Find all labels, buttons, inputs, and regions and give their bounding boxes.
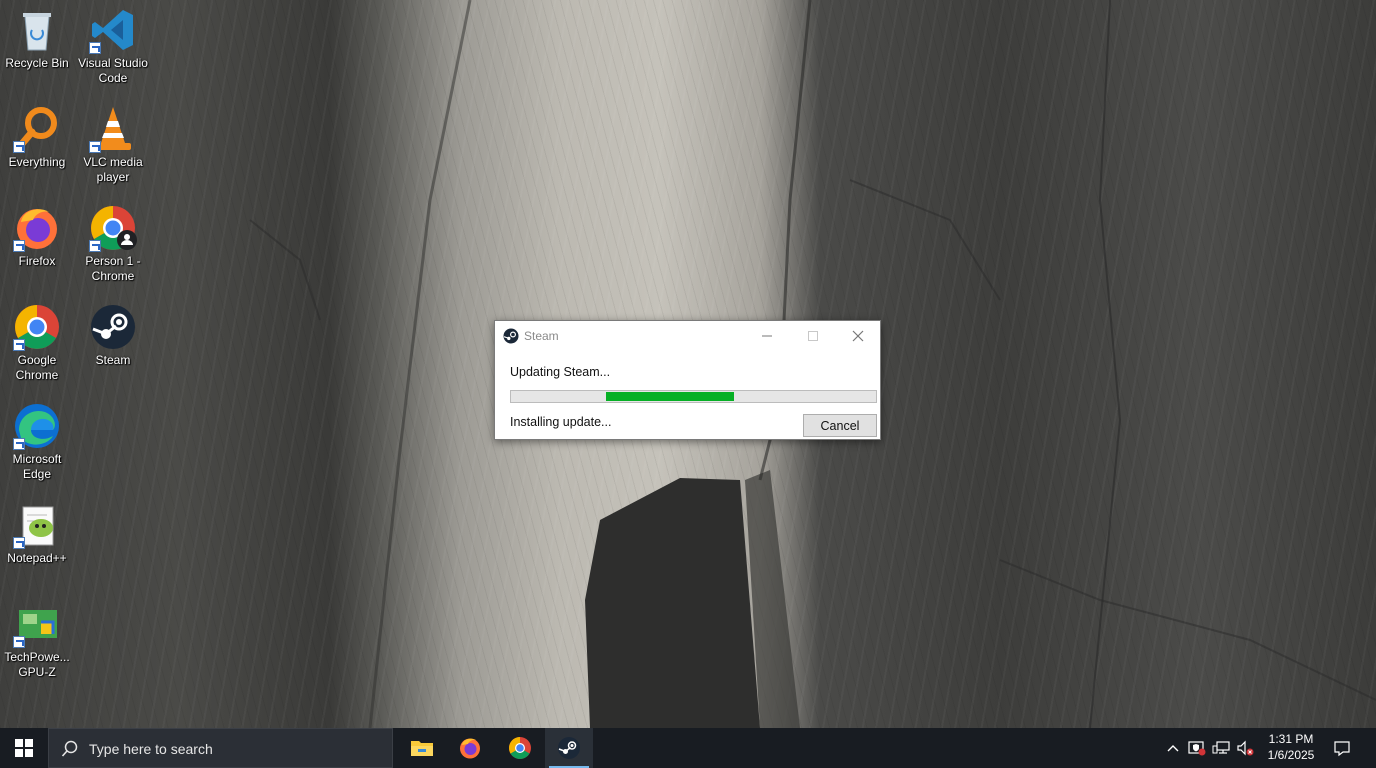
desktop-icon-google-chrome[interactable]: Google Chrome	[0, 303, 74, 383]
steam-icon	[89, 303, 137, 351]
vlc-label: VLC media player	[83, 155, 143, 184]
person1-chrome-label: Person 1 - Chrome	[85, 254, 141, 283]
google-chrome-label: Google Chrome	[15, 353, 59, 382]
desktop-icon-gpuz[interactable]: TechPowe... GPU-Z	[0, 600, 74, 680]
network-icon	[1212, 741, 1230, 754]
chrome-profile-icon	[89, 204, 137, 252]
taskbar-file-explorer[interactable]	[398, 728, 446, 768]
dialog-titlebar[interactable]: Steam	[495, 321, 880, 351]
shortcut-arrow-icon	[89, 42, 101, 54]
taskbar: Type here to search 1:31 PM 1/6/2025	[0, 728, 1376, 768]
firefox-label: Firefox	[18, 254, 56, 268]
update-detail-text: Installing update...	[510, 415, 612, 429]
taskbar-search-box[interactable]: Type here to search	[48, 728, 393, 768]
shortcut-arrow-icon	[89, 141, 101, 153]
recycle-bin-label: Recycle Bin	[5, 56, 69, 70]
close-icon	[852, 330, 864, 342]
tray-volume-button[interactable]	[1234, 728, 1256, 768]
close-button[interactable]	[835, 321, 881, 351]
progress-fill	[606, 392, 734, 401]
chrome-icon	[509, 737, 531, 759]
gpu-z-icon	[13, 600, 61, 648]
tray-security-button[interactable]	[1186, 728, 1208, 768]
file-explorer-icon	[411, 741, 433, 756]
clock-time: 1:31 PM	[1268, 732, 1314, 746]
firefox-icon	[13, 204, 61, 252]
dialog-body: Updating Steam... Installing update... C…	[495, 351, 880, 439]
desktop-icon-notepadpp[interactable]: Notepad++	[0, 501, 74, 566]
shortcut-arrow-icon	[13, 438, 25, 450]
desktop-icon-vscode[interactable]: Visual Studio Code	[76, 6, 150, 86]
search-icon	[61, 740, 78, 757]
desktop-icon-firefox[interactable]: Firefox	[0, 204, 74, 269]
maximize-icon	[808, 331, 818, 341]
update-status-text: Updating Steam...	[510, 365, 611, 379]
shortcut-arrow-icon	[13, 240, 25, 252]
taskbar-chrome[interactable]	[496, 728, 544, 768]
tray-network-button[interactable]	[1210, 728, 1232, 768]
cancel-button[interactable]: Cancel	[803, 414, 877, 437]
everything-label: Everything	[8, 155, 66, 169]
shortcut-arrow-icon	[13, 141, 25, 153]
notepad-plus-plus-label: Notepad++	[7, 551, 67, 565]
desktop-icon-person1-chrome[interactable]: Person 1 - Chrome	[76, 204, 150, 284]
update-progress-bar	[510, 390, 877, 403]
volume-muted-icon	[1237, 740, 1254, 756]
shortcut-arrow-icon	[13, 537, 25, 549]
minimize-button[interactable]	[744, 321, 790, 351]
vlc-cone-icon	[89, 105, 137, 153]
taskbar-clock[interactable]: 1:31 PM 1/6/2025	[1262, 731, 1320, 763]
microsoft-edge-label: Microsoft Edge	[12, 452, 62, 481]
recycle-bin-icon	[13, 6, 61, 54]
desktop-icon-recycle-bin[interactable]: Recycle Bin	[0, 6, 74, 71]
desktop-icon-vlc[interactable]: VLC media player	[76, 105, 150, 185]
firefox-icon	[460, 738, 480, 759]
desktop-icon-edge[interactable]: Microsoft Edge	[0, 402, 74, 482]
clock-date: 1/6/2025	[1267, 748, 1315, 762]
visual-studio-code-icon	[89, 6, 137, 54]
action-center-button[interactable]	[1322, 728, 1362, 768]
notepad-plus-plus-icon	[13, 501, 61, 549]
edge-icon	[13, 402, 61, 450]
shortcut-arrow-icon	[13, 636, 25, 648]
gpu-z-label: TechPowe... GPU-Z	[4, 650, 70, 679]
dialog-title: Steam	[524, 329, 559, 343]
desktop-icon-steam[interactable]: Steam	[76, 303, 150, 368]
windows-logo-icon	[15, 739, 33, 757]
steam-update-dialog: Steam Updating Steam... Installing updat…	[494, 320, 881, 440]
security-alert-icon	[1188, 741, 1206, 756]
desktop-icon-everything[interactable]: Everything	[0, 105, 74, 170]
show-hidden-icons-button[interactable]	[1162, 728, 1184, 768]
steam-label: Steam	[95, 353, 131, 367]
shortcut-arrow-icon	[13, 339, 25, 351]
taskbar-steam[interactable]	[545, 728, 593, 768]
visual-studio-code-label: Visual Studio Code	[78, 56, 148, 85]
taskbar-firefox[interactable]	[446, 728, 494, 768]
start-button[interactable]	[0, 728, 48, 768]
chevron-up-icon	[1167, 745, 1179, 752]
search-placeholder: Type here to search	[89, 741, 213, 757]
notification-icon	[1334, 741, 1350, 757]
chrome-icon	[13, 303, 61, 351]
maximize-button[interactable]	[790, 321, 836, 351]
minimize-icon	[762, 335, 772, 337]
everything-search-icon	[13, 105, 61, 153]
shortcut-arrow-icon	[89, 240, 101, 252]
steam-logo-icon	[503, 328, 519, 344]
steam-icon	[558, 737, 580, 759]
